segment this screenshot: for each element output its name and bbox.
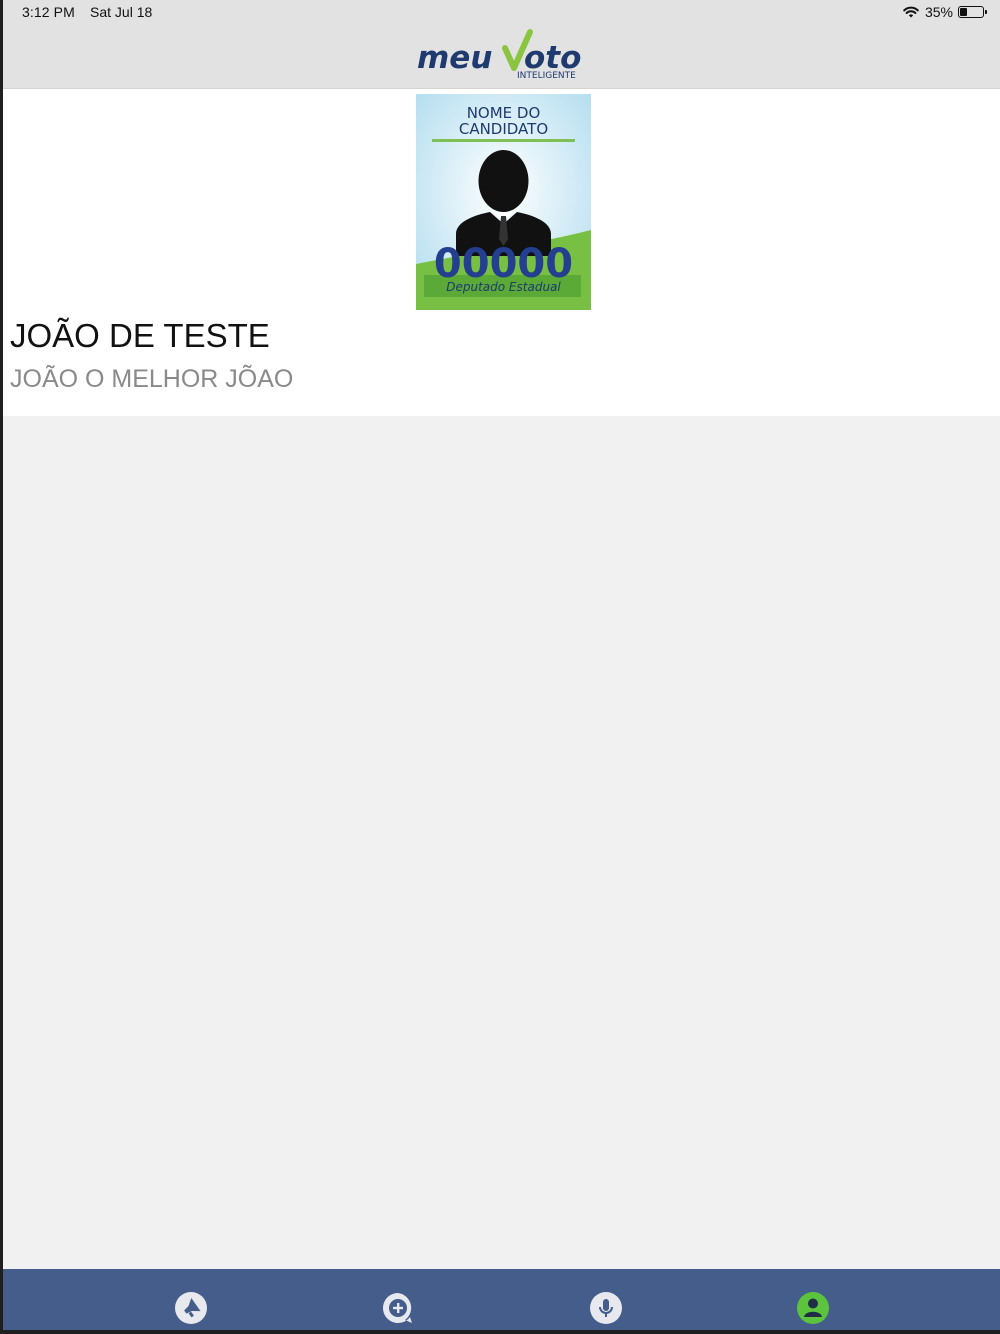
battery-level — [960, 8, 967, 16]
chat-add-icon — [383, 1293, 412, 1323]
tab-chat-add[interactable] — [381, 1291, 415, 1325]
megaphone-icon — [175, 1292, 207, 1324]
tab-megaphone[interactable] — [174, 1291, 208, 1325]
profile-icon — [797, 1292, 829, 1324]
battery-icon — [958, 6, 987, 18]
tab-microphone[interactable] — [589, 1291, 623, 1325]
status-time: 3:12 PM — [22, 4, 75, 20]
app-screen: 3:12 PM Sat Jul 18 35% meu oto INTELIGEN… — [3, 0, 1000, 1330]
poster-title-line-2: CANDIDATO — [459, 120, 548, 138]
candidate-card: NOME DO CANDIDATO 00000 Deputado Estadua… — [3, 89, 1000, 416]
logo-word-meu: meu — [417, 40, 492, 76]
status-indicators: 35% — [902, 3, 987, 21]
logo-tagline: INTELIGENTE — [517, 71, 576, 81]
microphone-icon — [590, 1292, 622, 1324]
battery-percent: 35% — [924, 4, 953, 20]
bottom-tab-bar — [3, 1269, 1000, 1330]
poster-office: Deputado Estadual — [446, 280, 561, 294]
candidate-name: JOÃO DE TESTE — [10, 317, 270, 354]
status-date: Sat Jul 18 — [90, 4, 153, 20]
top-bar: 3:12 PM Sat Jul 18 35% meu oto INTELIGEN… — [3, 0, 1000, 89]
candidate-slogan: JOÃO O MELHOR JÕAO — [10, 365, 294, 393]
poster-divider — [432, 139, 575, 142]
meu-voto-logo: meu oto INTELIGENTE — [417, 29, 581, 81]
candidate-poster: NOME DO CANDIDATO 00000 Deputado Estadua… — [416, 94, 591, 310]
tab-profile[interactable] — [796, 1291, 830, 1325]
wifi-icon — [903, 6, 919, 18]
